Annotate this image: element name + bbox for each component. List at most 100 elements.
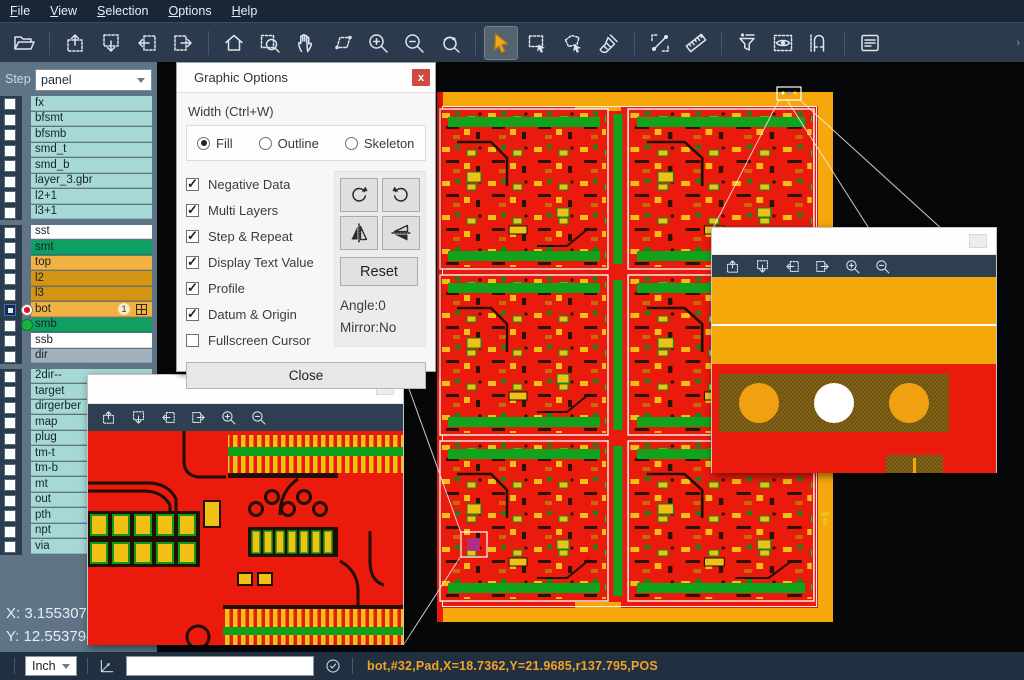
layer-item-smt[interactable]: smt — [31, 240, 152, 255]
layer-visibility-checkbox[interactable] — [4, 335, 16, 347]
pan-left-button[interactable] — [160, 409, 177, 426]
ruler-button[interactable] — [680, 27, 712, 59]
layer-visibility-checkbox[interactable] — [4, 479, 16, 491]
zoom-in-button[interactable] — [844, 258, 861, 275]
layer-visibility-checkbox[interactable] — [4, 207, 16, 219]
checkbox-multi-layers[interactable]: Multi Layers — [186, 197, 334, 223]
layer-visibility-checkbox[interactable] — [4, 320, 16, 332]
layer-item-l3+1[interactable]: l3+1 — [31, 205, 152, 220]
flip-v-button[interactable] — [382, 216, 420, 250]
view-filter-button[interactable] — [767, 27, 799, 59]
angle-measure-icon[interactable] — [98, 657, 116, 675]
zoom-previous-button[interactable] — [434, 27, 466, 59]
pan-up-button[interactable] — [100, 409, 117, 426]
pan-right-button[interactable] — [814, 258, 831, 275]
pan-left-button[interactable] — [784, 258, 801, 275]
layer-visibility-checkbox[interactable] — [4, 433, 16, 445]
magnifier-titlebar[interactable] — [712, 228, 996, 255]
pan-left-button[interactable] — [131, 27, 163, 59]
clean-brush-button[interactable] — [593, 27, 625, 59]
pan-down-button[interactable] — [130, 409, 147, 426]
layer-item-fx[interactable]: fx — [31, 96, 152, 111]
checkbox-step-repeat[interactable]: Step & Repeat — [186, 223, 334, 249]
drag-view-button[interactable] — [326, 27, 358, 59]
measure-line-button[interactable] — [644, 27, 676, 59]
layer-visibility-checkbox[interactable] — [4, 526, 16, 538]
magnifier-content[interactable] — [88, 431, 403, 645]
filter-button[interactable] — [731, 27, 763, 59]
flip-h-button[interactable] — [340, 216, 378, 250]
layer-item-layer_3.gbr[interactable]: layer_3.gbr — [31, 174, 152, 189]
layer-item-smb[interactable]: smb — [31, 318, 152, 333]
zoom-out-button[interactable] — [398, 27, 430, 59]
layer-item-dir[interactable]: dir — [31, 349, 152, 364]
pan-down-button[interactable] — [95, 27, 127, 59]
pan-right-button[interactable] — [190, 409, 207, 426]
layer-item-top[interactable]: top — [31, 256, 152, 271]
menu-view[interactable]: View — [50, 4, 77, 18]
layer-item-l3[interactable]: l3 — [31, 287, 152, 302]
menu-file[interactable]: File — [10, 4, 30, 18]
pan-right-button[interactable] — [167, 27, 199, 59]
layer-visibility-checkbox[interactable] — [4, 351, 16, 363]
radio-skeleton[interactable]: Skeleton — [345, 136, 415, 151]
layer-item-ssb[interactable]: ssb — [31, 333, 152, 348]
checkbox-fullscreen-cursor[interactable]: Fullscreen Cursor — [186, 327, 334, 353]
pan-hand-button[interactable] — [290, 27, 322, 59]
layer-visibility-checkbox[interactable] — [4, 417, 16, 429]
sheet-grid-icon[interactable] — [136, 304, 147, 315]
close-icon[interactable]: x — [412, 69, 430, 86]
layer-visibility-checkbox[interactable] — [4, 510, 16, 522]
dialog-titlebar[interactable]: Graphic Options x — [177, 63, 435, 93]
zoom-out-button[interactable] — [250, 409, 267, 426]
zoom-out-button[interactable] — [874, 258, 891, 275]
layer-item-bfsmb[interactable]: bfsmb — [31, 127, 152, 142]
layer-visibility-checkbox[interactable] — [4, 289, 16, 301]
layer-visibility-checkbox[interactable] — [4, 402, 16, 414]
pan-down-button[interactable] — [754, 258, 771, 275]
layer-item-bfsmt[interactable]: bfsmt — [31, 112, 152, 127]
layer-visibility-checkbox[interactable] — [4, 541, 16, 553]
layer-visibility-checkbox[interactable] — [4, 191, 16, 203]
unit-select[interactable]: Inch — [25, 656, 77, 676]
zoom-window-button[interactable] — [254, 27, 286, 59]
layer-visibility-checkbox[interactable] — [4, 129, 16, 141]
apply-icon[interactable] — [324, 657, 342, 675]
step-select[interactable]: panel — [35, 69, 152, 91]
layer-visibility-checkbox[interactable] — [4, 495, 16, 507]
rotate-ccw-button[interactable] — [382, 178, 420, 212]
layer-visibility-checkbox[interactable] — [4, 160, 16, 172]
layer-visibility-checkbox[interactable] — [4, 114, 16, 126]
rotate-cw-button[interactable] — [340, 178, 378, 212]
open-folder-button[interactable] — [8, 27, 40, 59]
radio-fill[interactable]: Fill — [197, 136, 233, 151]
layer-visibility-checkbox[interactable] — [4, 371, 16, 383]
layer-item-l2[interactable]: l2 — [31, 271, 152, 286]
layer-visibility-checkbox[interactable] — [4, 273, 16, 285]
menu-options[interactable]: Options — [168, 4, 211, 18]
snap-button[interactable] — [803, 27, 835, 59]
layer-item-l2+1[interactable]: l2+1 — [31, 189, 152, 204]
home-button[interactable] — [218, 27, 250, 59]
layer-visibility-checkbox[interactable] — [4, 176, 16, 188]
menu-help[interactable]: Help — [232, 4, 258, 18]
layer-visibility-checkbox[interactable] — [4, 258, 16, 270]
popup-collapse-button[interactable] — [969, 234, 987, 248]
pan-up-button[interactable] — [724, 258, 741, 275]
checkbox-profile[interactable]: Profile — [186, 275, 334, 301]
layer-visibility-checkbox[interactable] — [4, 242, 16, 254]
zoom-in-button[interactable] — [220, 409, 237, 426]
menu-selection[interactable]: Selection — [97, 4, 148, 18]
layer-visibility-checkbox[interactable] — [4, 464, 16, 476]
layer-item-sst[interactable]: sst — [31, 225, 152, 240]
close-button[interactable]: Close — [186, 362, 426, 389]
layer-visibility-checkbox[interactable] — [4, 448, 16, 460]
layer-visibility-checkbox[interactable] — [4, 386, 16, 398]
pan-up-button[interactable] — [59, 27, 91, 59]
toolbar-overflow-icon[interactable]: › — [1016, 37, 1020, 49]
layer-item-smd_b[interactable]: smd_b — [31, 158, 152, 173]
checkbox-datum-origin[interactable]: Datum & Origin — [186, 301, 334, 327]
attr-form-button[interactable] — [854, 27, 886, 59]
radio-outline[interactable]: Outline — [259, 136, 319, 151]
magnifier-content[interactable] — [712, 277, 996, 473]
